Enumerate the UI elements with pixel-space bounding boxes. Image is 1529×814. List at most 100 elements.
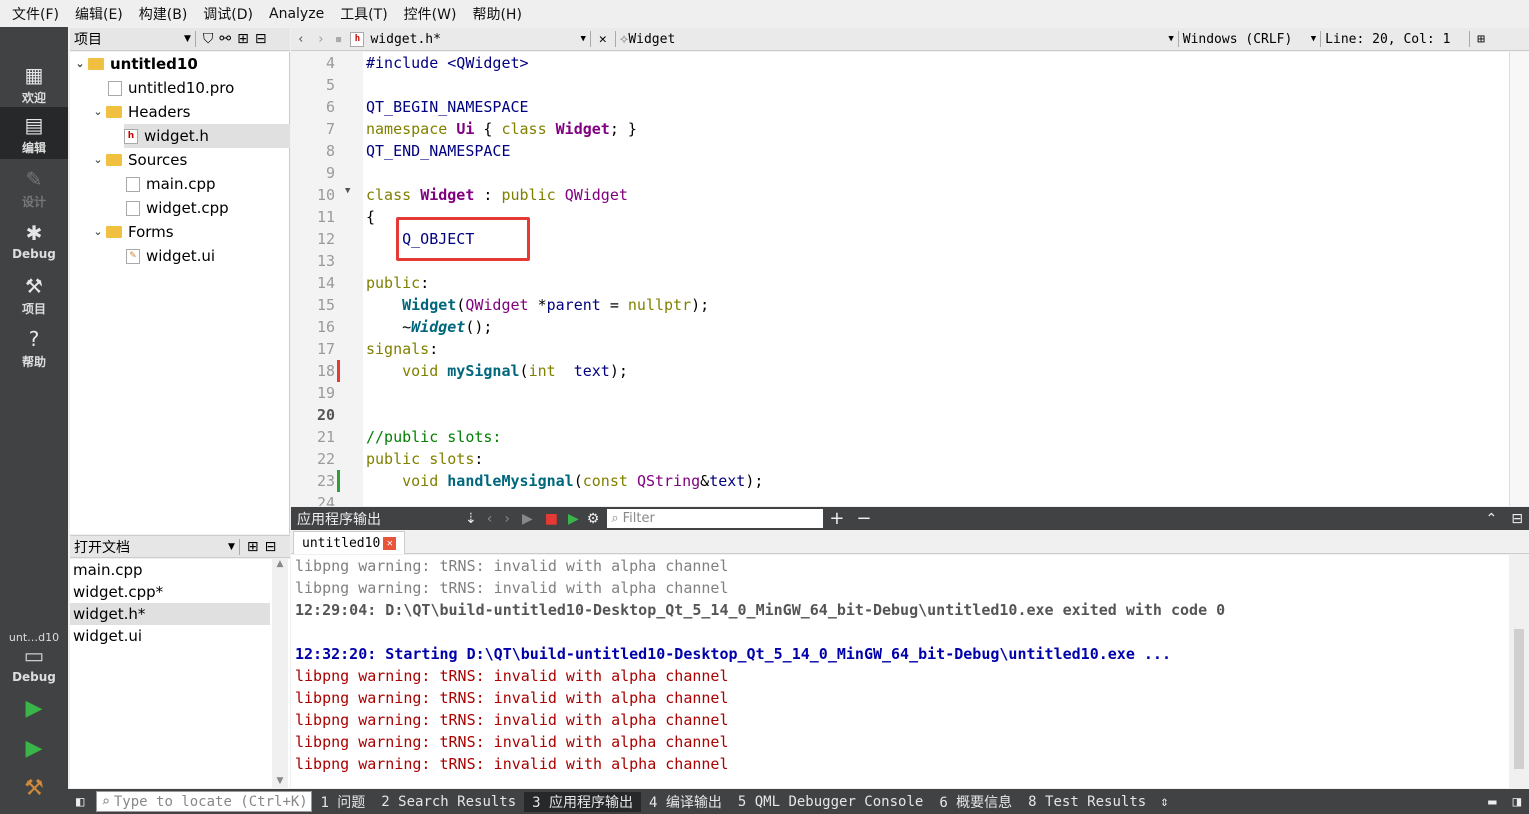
menu-debug[interactable]: 调试(D) [195, 4, 261, 24]
close-tab-icon[interactable]: ✕ [383, 536, 397, 550]
encoding-selector[interactable]: Windows (CRLF) [1183, 32, 1311, 47]
forward-icon[interactable]: › [498, 511, 516, 527]
back-icon[interactable]: ‹ [291, 32, 311, 47]
more-panes-icon[interactable]: ⇕ [1154, 794, 1174, 810]
scroll-thumb[interactable] [1514, 629, 1524, 769]
separator [238, 538, 240, 555]
scroll-down-icon[interactable]: ▼ [272, 776, 288, 786]
open-documents-scrollbar[interactable]: ▲ ▼ [272, 559, 288, 788]
pane-search-results[interactable]: 2 Search Results [373, 794, 524, 810]
menu-help[interactable]: 帮助(H) [464, 4, 529, 24]
tree-item-forms[interactable]: ⌄ Forms [90, 220, 173, 244]
line-number: 10 [316, 186, 335, 204]
code-line: QT_END_NAMESPACE [366, 142, 511, 160]
split-icon[interactable]: ⊞ [244, 539, 262, 555]
code-editor[interactable]: #include <QWidget> QT_BEGIN_NAMESPACE na… [363, 52, 1509, 506]
menu-analyze[interactable]: Analyze [261, 6, 332, 22]
build-hammer-icon[interactable]: ⚒ [18, 772, 50, 804]
close-pane-icon[interactable]: ⊟ [1505, 511, 1529, 527]
mode-debug[interactable]: ✱ Debug [0, 215, 68, 267]
wrench-icon: ⚒ [25, 274, 43, 298]
tree-item-widget-ui[interactable]: ✎ widget.ui [126, 244, 215, 268]
open-documents-header: 打开文档 ▼ ⊞ ⊟ [70, 535, 290, 558]
line-number: 21 [316, 428, 335, 446]
pane-test-results[interactable]: 8 Test Results [1020, 794, 1154, 810]
maximize-icon[interactable]: ⌃ [1478, 511, 1506, 527]
editor-scrollbar[interactable] [1509, 52, 1529, 506]
run-icon[interactable]: ▶ [516, 511, 539, 527]
progress-icon[interactable]: ▬ [1480, 794, 1504, 810]
current-file[interactable]: widget.h* [370, 32, 580, 47]
menu-tools[interactable]: 工具(T) [332, 4, 395, 24]
zoom-out-icon[interactable]: − [850, 508, 877, 529]
tree-item-headers[interactable]: ⌄ Headers [90, 100, 190, 124]
fold-marker-icon[interactable]: ▼ [345, 186, 350, 196]
output-line: 12:32:20: Starting D:\QT\build-untitled1… [295, 645, 1171, 663]
code-line: public: [366, 274, 430, 292]
tree-item-sources[interactable]: ⌄ Sources [90, 148, 187, 172]
symbol-icon: ⟡ [619, 31, 629, 47]
dropdown-icon[interactable]: ▼ [1311, 34, 1316, 44]
pane-issues[interactable]: 1 问题 [312, 792, 373, 812]
dropdown-icon[interactable]: ▼ [184, 34, 191, 44]
filter-icon[interactable]: ⛉ [200, 31, 217, 47]
output-scrollbar[interactable] [1509, 555, 1529, 788]
split-icon[interactable]: ⊞ [1474, 32, 1488, 47]
pane-qml-debugger[interactable]: 5 QML Debugger Console [730, 794, 931, 810]
dropdown-icon[interactable]: ▼ [228, 542, 235, 552]
pane-app-output[interactable]: 3 应用程序输出 [524, 791, 642, 812]
tree-item-widget-cpp[interactable]: widget.cpp [126, 196, 229, 220]
menu-edit[interactable]: 编辑(E) [67, 4, 131, 24]
output-tab[interactable]: untitled10 ✕ [293, 531, 406, 554]
attach-icon[interactable]: ⇣ [461, 511, 481, 527]
close-pane-icon[interactable]: ⊟ [262, 539, 280, 555]
open-doc-item[interactable]: widget.cpp* [70, 581, 270, 603]
close-file-icon[interactable]: ✕ [595, 32, 611, 47]
scroll-up-icon[interactable]: ▲ [272, 559, 288, 569]
split-icon[interactable]: ⊞ [234, 31, 252, 47]
dropdown-icon[interactable]: ▼ [580, 34, 585, 44]
mode-projects[interactable]: ⚒ 项目 [0, 268, 68, 320]
toggle-sidebar-icon[interactable]: ◧ [68, 794, 92, 810]
mode-welcome[interactable]: ▦ 欢迎 [0, 57, 68, 109]
tree-item-pro-file[interactable]: untitled10.pro [108, 76, 234, 100]
zoom-in-icon[interactable]: + [823, 508, 850, 529]
cursor-position[interactable]: Line: 20, Col: 1 [1325, 32, 1465, 47]
separator [1320, 31, 1322, 47]
chevron-down-icon[interactable]: ⌄ [90, 148, 106, 172]
gear-icon[interactable]: ⚙ [583, 511, 604, 527]
open-doc-item[interactable]: widget.ui [70, 625, 270, 647]
menu-controls[interactable]: 控件(W) [396, 4, 465, 24]
back-icon[interactable]: ‹ [481, 511, 499, 527]
filter-input[interactable]: ⌕ Filter [607, 509, 824, 528]
highlight-box [396, 217, 530, 261]
mode-help[interactable]: ? 帮助 [0, 321, 68, 373]
tree-item-main-cpp[interactable]: main.cpp [126, 172, 216, 196]
link-icon[interactable]: ⚯ [216, 31, 234, 47]
menu-file[interactable]: 文件(F) [4, 4, 67, 24]
open-doc-item[interactable]: main.cpp [70, 559, 270, 581]
close-pane-icon[interactable]: ⊟ [252, 31, 270, 47]
dropdown-icon[interactable]: ▼ [1168, 34, 1173, 44]
toggle-right-sidebar-icon[interactable]: ◨ [1505, 794, 1529, 810]
bug-icon: ✱ [25, 221, 43, 245]
menu-build[interactable]: 构建(B) [131, 4, 196, 24]
chevron-down-icon[interactable]: ⌄ [90, 220, 106, 244]
tree-item-widget-h[interactable]: h widget.h [124, 124, 290, 148]
open-doc-item[interactable]: widget.h* [70, 603, 270, 625]
pane-compile-output[interactable]: 4 编译输出 [641, 792, 730, 812]
chevron-down-icon[interactable]: ⌄ [72, 52, 88, 76]
pane-general-messages[interactable]: 6 概要信息 [931, 792, 1020, 812]
stop-icon[interactable]: ■ [539, 511, 564, 527]
locator-input[interactable]: ⌕ Type to locate (Ctrl+K) [96, 791, 313, 812]
tree-item-project[interactable]: ⌄ untitled10 [72, 52, 197, 76]
mode-design[interactable]: ✎ 设计 [0, 161, 68, 213]
debug-run-icon[interactable]: ▶ [564, 511, 583, 527]
forward-icon[interactable]: › [311, 32, 331, 47]
run-icon[interactable]: ▶ [18, 692, 50, 724]
debug-run-icon[interactable]: ▶ [18, 732, 50, 764]
chevron-down-icon[interactable]: ⌄ [90, 100, 106, 124]
mode-edit[interactable]: ▤ 编辑 [0, 107, 68, 159]
symbol-selector[interactable]: Widget [628, 32, 1168, 47]
line-number: 7 [325, 120, 335, 138]
